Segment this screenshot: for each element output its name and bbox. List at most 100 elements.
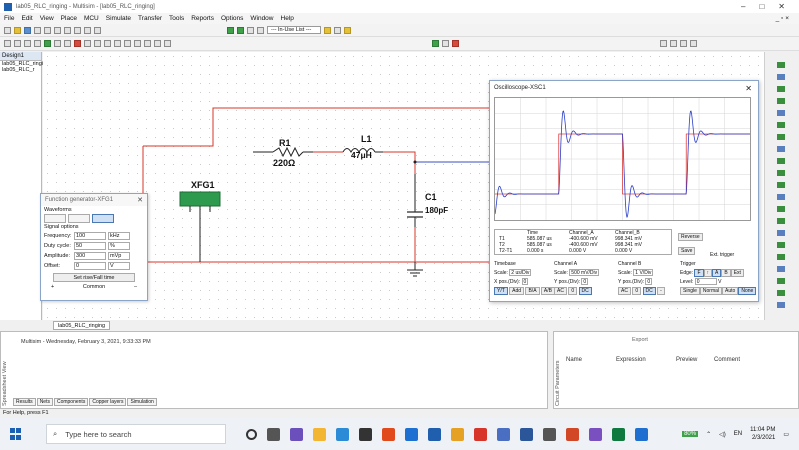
- help-icon[interactable]: [324, 26, 331, 34]
- analog-icon[interactable]: [44, 40, 51, 47]
- channel-b-zero-button[interactable]: 0: [632, 287, 642, 295]
- xpos-input[interactable]: 0: [521, 278, 529, 285]
- zoom-in-icon[interactable]: [660, 40, 667, 47]
- channel-a-ypos-input[interactable]: 0: [581, 278, 589, 285]
- app-icon[interactable]: [290, 427, 303, 441]
- menu-transfer[interactable]: Transfer: [138, 15, 162, 22]
- oscilloscope-icon[interactable]: [777, 98, 785, 104]
- power-icon[interactable]: [104, 40, 111, 47]
- design-tree-item[interactable]: lab05_RLC_r: [0, 67, 41, 73]
- channel-b-invert-button[interactable]: -: [657, 287, 665, 295]
- menu-options[interactable]: Options: [221, 15, 243, 22]
- yt-mode-button[interactable]: Y/T: [494, 287, 508, 295]
- rf-icon[interactable]: [124, 40, 131, 47]
- word-generator-icon[interactable]: [777, 146, 785, 152]
- trigger-source-b-button[interactable]: B: [721, 269, 731, 277]
- frequency-counter-icon[interactable]: [777, 134, 785, 140]
- square-wave-button[interactable]: [92, 214, 114, 223]
- multimeter-icon[interactable]: [777, 62, 785, 68]
- auto-trigger-button[interactable]: Auto: [722, 287, 739, 295]
- electromechanical-icon[interactable]: [134, 40, 141, 47]
- export-button[interactable]: Export: [632, 337, 648, 343]
- paste-icon[interactable]: [74, 26, 81, 34]
- powerpoint-icon[interactable]: [566, 427, 579, 441]
- volume-icon[interactable]: ◁): [719, 431, 726, 438]
- resistor-r1-symbol[interactable]: [272, 146, 304, 158]
- channel-b-dc-button[interactable]: DC: [642, 287, 656, 295]
- tab-components[interactable]: Components: [53, 398, 89, 406]
- amplitude-unit-select[interactable]: mVp: [108, 252, 130, 260]
- redo-icon[interactable]: [94, 26, 101, 34]
- set-rise-fall-button[interactable]: Set rise/Fall time: [53, 273, 135, 282]
- minimize-button[interactable]: –: [741, 2, 745, 11]
- logic-analyzer-icon[interactable]: [777, 170, 785, 176]
- agilent-oscilloscope-icon[interactable]: [777, 254, 785, 260]
- chrome-icon[interactable]: [451, 427, 464, 441]
- column-header-expression[interactable]: Expression: [616, 357, 646, 363]
- mixed-icon[interactable]: [84, 40, 91, 47]
- oscilloscope-screen[interactable]: [494, 97, 751, 221]
- iv-analyzer-icon[interactable]: [777, 182, 785, 188]
- source-icon[interactable]: [4, 40, 11, 47]
- agilent-multimeter-icon[interactable]: [777, 242, 785, 248]
- tab-nets[interactable]: Nets: [36, 398, 53, 406]
- channel-b-ypos-input[interactable]: 0: [645, 278, 653, 285]
- hierarchical-block-icon[interactable]: [154, 40, 161, 47]
- menu-simulate[interactable]: Simulate: [106, 15, 131, 22]
- cortana-icon[interactable]: [246, 428, 257, 440]
- frequency-unit-select[interactable]: kHz: [108, 232, 130, 240]
- menu-file[interactable]: File: [4, 15, 14, 22]
- zoom-fit-icon[interactable]: [690, 40, 697, 47]
- bulb-icon[interactable]: [344, 26, 351, 34]
- indicator-icon[interactable]: [94, 40, 101, 47]
- app-icon[interactable]: [359, 427, 372, 441]
- add-mode-button[interactable]: Add: [509, 287, 525, 295]
- cut-icon[interactable]: [54, 26, 61, 34]
- trigger-source-a-button[interactable]: A: [712, 269, 722, 277]
- run-icon[interactable]: [432, 40, 439, 47]
- menu-place[interactable]: Place: [61, 15, 77, 22]
- save-icon[interactable]: [24, 26, 31, 34]
- battery-indicator[interactable]: 80%: [682, 431, 699, 437]
- multisim-taskbar-icon[interactable]: [635, 427, 648, 441]
- taskbar-search-box[interactable]: ⌕ Type here to search: [46, 424, 226, 444]
- app-icon[interactable]: [543, 427, 556, 441]
- language-indicator[interactable]: EN: [734, 431, 742, 437]
- app-icon[interactable]: [382, 427, 395, 441]
- menu-view[interactable]: View: [40, 15, 54, 22]
- duty-cycle-input[interactable]: 50: [74, 242, 106, 250]
- close-button[interactable]: ✕: [778, 2, 785, 11]
- labview-instrument-icon[interactable]: [777, 290, 785, 296]
- sheet-tab-lab05[interactable]: lab05_RLC_ringing: [53, 320, 111, 330]
- file-explorer-icon[interactable]: [313, 427, 326, 441]
- logic-converter-icon[interactable]: [777, 158, 785, 164]
- function-generator-xfg1-icon[interactable]: [179, 191, 221, 207]
- wire[interactable]: [383, 151, 416, 174]
- normal-trigger-button[interactable]: Normal: [699, 287, 723, 295]
- level-input[interactable]: 0: [694, 278, 717, 285]
- app-icon[interactable]: [428, 427, 441, 441]
- clock[interactable]: 11:04 PM 2/3/2021: [750, 426, 775, 442]
- spectrum-analyzer-icon[interactable]: [777, 206, 785, 212]
- none-trigger-button[interactable]: None: [738, 287, 757, 295]
- menu-help[interactable]: Help: [281, 15, 294, 22]
- pause-icon[interactable]: [442, 40, 449, 47]
- four-channel-oscilloscope-icon[interactable]: [777, 110, 785, 116]
- notifications-icon[interactable]: ▭: [783, 431, 789, 438]
- column-header-comment[interactable]: Comment: [714, 357, 740, 363]
- basic-icon[interactable]: [14, 40, 21, 47]
- maximize-button[interactable]: □: [759, 2, 764, 11]
- menu-window[interactable]: Window: [250, 15, 273, 22]
- trigger-source-ext-button[interactable]: Ext: [730, 269, 744, 277]
- amplitude-input[interactable]: 300: [74, 252, 106, 260]
- tab-simulation[interactable]: Simulation: [127, 398, 157, 406]
- wire[interactable]: [143, 107, 253, 147]
- triangle-wave-button[interactable]: [68, 214, 90, 223]
- ttl-icon[interactable]: [54, 40, 61, 47]
- channel-b-scale-input[interactable]: 1 V/Div: [633, 269, 654, 276]
- app-icon[interactable]: [612, 427, 625, 441]
- grapher-icon[interactable]: [227, 26, 234, 34]
- mcu-icon[interactable]: [144, 40, 151, 47]
- zoom-out-icon[interactable]: [670, 40, 677, 47]
- osc-close-button[interactable]: ✕: [745, 84, 752, 93]
